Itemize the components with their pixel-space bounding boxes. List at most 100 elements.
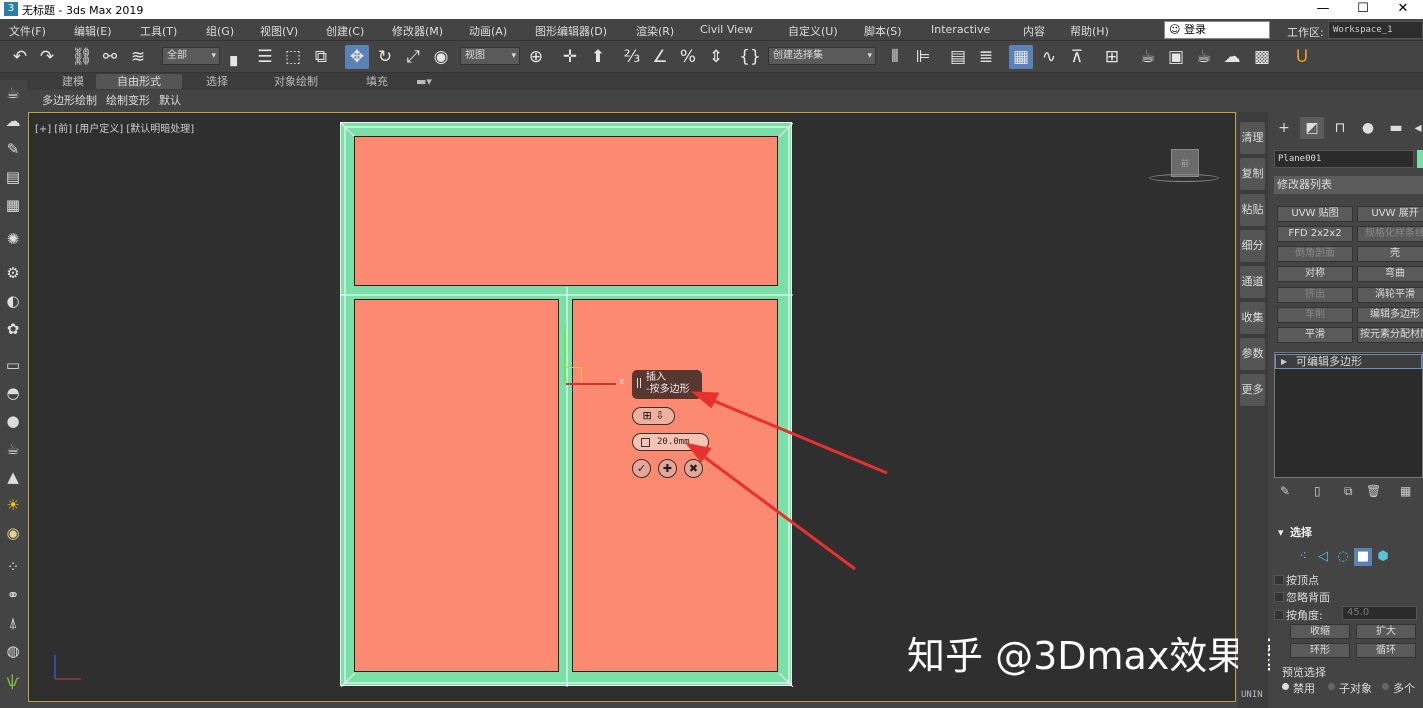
- shrink-button[interactable]: 收缩: [1290, 624, 1350, 639]
- keyboard-shortcut-override-icon[interactable]: ⬆: [586, 45, 610, 69]
- tab-more[interactable]: 更多: [1240, 374, 1265, 406]
- menu-scripting[interactable]: 脚本(S): [864, 23, 902, 39]
- mod-btn-edit-poly[interactable]: 编辑多边形: [1357, 307, 1423, 323]
- object-color-swatch[interactable]: [1417, 150, 1423, 168]
- tab-channel[interactable]: 通道: [1240, 266, 1265, 298]
- border-icon[interactable]: ◌: [1334, 548, 1352, 566]
- teapot-shape-icon[interactable]: ☕: [2, 438, 24, 460]
- element-icon[interactable]: ⬢: [1374, 548, 1392, 566]
- modify-tab-icon[interactable]: ◩: [1300, 117, 1324, 139]
- menu-help[interactable]: 帮助(H): [1070, 23, 1109, 39]
- vertex-icon[interactable]: ⁖: [1294, 548, 1312, 566]
- pin-stack-icon[interactable]: ✎: [1280, 484, 1290, 498]
- edge-icon[interactable]: ◁: [1314, 548, 1332, 566]
- bind-space-warp-icon[interactable]: ≋: [126, 45, 150, 69]
- tab-copy[interactable]: 复制: [1240, 158, 1265, 190]
- menu-tools[interactable]: 工具(T): [140, 23, 177, 39]
- display-tab-icon[interactable]: ▬: [1384, 117, 1408, 139]
- rect-selection-icon[interactable]: ⬚: [281, 45, 305, 69]
- render-setup-icon[interactable]: ☕: [1136, 45, 1160, 69]
- mod-btn-uvw-unwrap[interactable]: UVW 展开: [1357, 206, 1423, 222]
- cloud-icon[interactable]: ☁: [2, 110, 24, 132]
- teapot-icon[interactable]: ☕: [2, 82, 24, 104]
- tab-populate[interactable]: 填充: [358, 74, 396, 89]
- preview-subobject-radio[interactable]: 子对象: [1328, 680, 1372, 696]
- window-crossing-icon[interactable]: ⧉: [309, 45, 333, 69]
- plugin-u-icon[interactable]: U: [1290, 45, 1314, 69]
- snaps-toggle-icon[interactable]: ⅔: [620, 45, 644, 69]
- mod-btn-symmetry[interactable]: 对称: [1277, 266, 1353, 282]
- polygon-icon[interactable]: ■: [1354, 548, 1372, 566]
- paint-deform-panel[interactable]: 绘制变形: [106, 92, 150, 108]
- tripod-icon[interactable]: ⍋: [2, 612, 24, 634]
- grid-icon[interactable]: ▦: [2, 194, 24, 216]
- unlink-icon[interactable]: ⚯: [98, 45, 122, 69]
- ignore-backfacing-checkbox[interactable]: 忽略背面: [1274, 589, 1330, 605]
- render-production-icon[interactable]: ☕: [1192, 45, 1216, 69]
- mod-btn-bend[interactable]: 弯曲: [1357, 266, 1423, 282]
- mod-btn-extrude[interactable]: 挤出: [1277, 287, 1353, 303]
- tab-collect[interactable]: 收集: [1240, 302, 1265, 334]
- schematic-view-icon[interactable]: ⊼: [1065, 45, 1089, 69]
- mod-btn-lathe[interactable]: 车削: [1277, 307, 1353, 323]
- tab-selection[interactable]: 选择: [198, 74, 236, 89]
- rendered-frame-window-icon[interactable]: ▣: [1164, 45, 1188, 69]
- light-icon[interactable]: ✺: [2, 228, 24, 250]
- close-button[interactable]: ✕: [1383, 0, 1423, 19]
- polydraw-panel[interactable]: 多边形绘制: [42, 92, 97, 108]
- particles-icon[interactable]: ✿: [2, 318, 24, 340]
- box-icon[interactable]: ▭: [2, 354, 24, 376]
- material-editor-icon[interactable]: ⊞: [1100, 45, 1124, 69]
- mod-btn-smooth[interactable]: 平滑: [1277, 327, 1353, 343]
- maximize-button[interactable]: ☐: [1343, 0, 1383, 19]
- link-icon[interactable]: ⛓: [70, 45, 94, 69]
- select-manipulate-icon[interactable]: ✛: [558, 45, 582, 69]
- minimize-button[interactable]: —: [1303, 0, 1343, 19]
- cone-icon[interactable]: ▲: [2, 466, 24, 488]
- render-in-cloud-icon[interactable]: ☁: [1220, 45, 1244, 69]
- modifier-list-dropdown[interactable]: 修改器列表: [1274, 176, 1423, 194]
- dots-icon[interactable]: ⁘: [2, 556, 24, 578]
- menu-edit[interactable]: 编辑(E): [74, 23, 112, 39]
- spinner-snap-icon[interactable]: ⇕: [704, 45, 728, 69]
- tab-params[interactable]: 参数: [1240, 338, 1265, 370]
- tab-object-paint[interactable]: 对象绘制: [266, 74, 326, 89]
- tab-paste[interactable]: 粘贴: [1240, 194, 1265, 226]
- menu-file[interactable]: 文件(F): [9, 23, 46, 39]
- percent-snap-icon[interactable]: %: [676, 45, 700, 69]
- workspace-select[interactable]: Workspace_1: [1328, 21, 1423, 39]
- utilities-tab-icon[interactable]: ◂: [1406, 117, 1423, 139]
- mirror-icon[interactable]: ⫴: [883, 45, 907, 69]
- viewport-front[interactable]: [+] [前] [用户定义] [默认明暗处理] y x 插入 -按多边形 ⊞ ⇩…: [28, 112, 1359, 702]
- remove-modifier-icon[interactable]: 🗑: [1366, 484, 1381, 498]
- scene-explorer-icon[interactable]: ▤: [946, 45, 970, 69]
- menu-animation[interactable]: 动画(A): [469, 23, 507, 39]
- molecule-icon[interactable]: ⚭: [2, 584, 24, 606]
- object-name-field[interactable]: Plane001: [1274, 150, 1414, 168]
- disc-icon[interactable]: ◉: [2, 522, 24, 544]
- angle-spinner[interactable]: 45.0: [1342, 606, 1417, 620]
- viewcube[interactable]: 前: [1171, 149, 1199, 177]
- sphere-icon[interactable]: ●: [2, 410, 24, 432]
- tab-freeform[interactable]: 自由形式: [96, 74, 182, 89]
- viewcube-compass[interactable]: [1149, 174, 1219, 182]
- menu-create[interactable]: 创建(C): [326, 23, 364, 39]
- mod-btn-ffd[interactable]: FFD 2x2x2: [1277, 226, 1353, 242]
- selection-filter-dropdown[interactable]: 全部: [162, 47, 220, 65]
- render-gallery-icon[interactable]: ▩: [1250, 45, 1274, 69]
- login-dropdown[interactable]: ☺ 登录: [1164, 21, 1270, 39]
- hemisphere-icon[interactable]: ◓: [2, 382, 24, 404]
- globe-icon[interactable]: ◍: [2, 640, 24, 662]
- selection-rollout-header[interactable]: 选择: [1274, 524, 1423, 542]
- ring-button[interactable]: 环形: [1290, 643, 1350, 658]
- list-icon[interactable]: ▤: [2, 166, 24, 188]
- sun-icon[interactable]: ☀: [2, 494, 24, 516]
- reference-coordinate-dropdown[interactable]: 视图: [460, 47, 520, 65]
- select-by-name-icon[interactable]: ☰: [253, 45, 277, 69]
- grass-icon[interactable]: ѱ: [2, 670, 24, 692]
- align-icon[interactable]: ⊫: [911, 45, 935, 69]
- menu-graph-editors[interactable]: 图形编辑器(D): [535, 23, 607, 39]
- menu-group[interactable]: 组(G): [206, 23, 234, 39]
- menu-rendering[interactable]: 渲染(R): [636, 23, 674, 39]
- place-icon[interactable]: ◉: [429, 45, 453, 69]
